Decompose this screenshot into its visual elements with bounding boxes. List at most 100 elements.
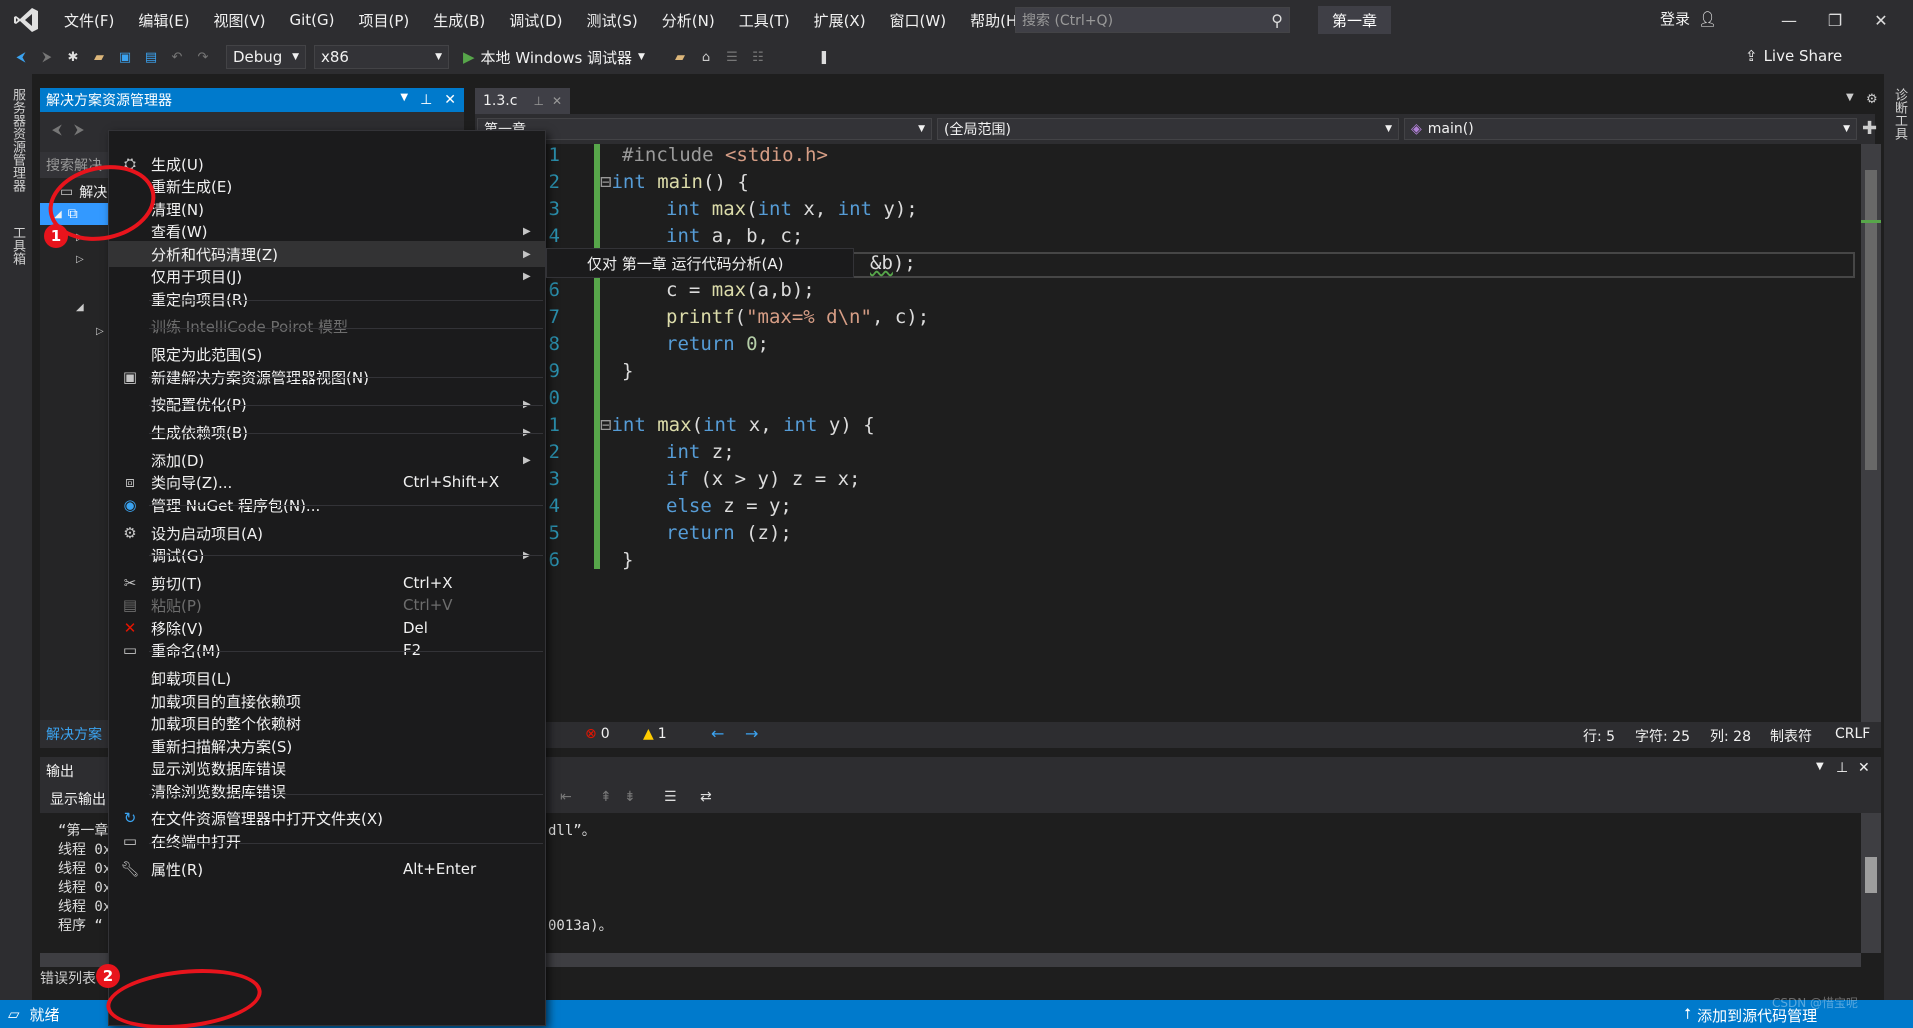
close-icon[interactable]: ✕	[552, 94, 562, 108]
run-code-analysis-menu-item[interactable]: 仅对 第一章 运行代码分析(A)	[587, 253, 784, 274]
forward-icon[interactable]: ⮞	[74, 122, 84, 138]
chevron-down-icon: ▼	[918, 124, 925, 134]
submenu-arrow-icon: ▶	[523, 426, 531, 438]
toolbox-tab[interactable]: 工具箱	[8, 226, 27, 265]
gear-icon: ⚙	[123, 524, 137, 542]
open-file-icon[interactable]: ▰	[88, 46, 110, 68]
output-line: “第一章	[58, 823, 109, 839]
login-button[interactable]: 登录 👤︎	[1660, 8, 1717, 29]
next-issue-icon[interactable]: →	[745, 724, 758, 743]
undo-icon[interactable]: ↶	[166, 46, 188, 68]
previous-issue-icon[interactable]: ←	[711, 724, 724, 743]
comment-icon[interactable]: ☰	[721, 46, 743, 68]
error-count[interactable]: ⊗ 0	[585, 726, 610, 742]
chevron-down-icon[interactable]: ▼	[1816, 761, 1824, 772]
editor-vertical-scrollbar[interactable]	[1861, 144, 1881, 722]
back-icon[interactable]: ⮜	[10, 46, 32, 68]
solution-name-badge: 第一章	[1318, 6, 1392, 34]
tabs-indicator[interactable]: 制表符	[1770, 726, 1812, 746]
solution-view-icon[interactable]: ⌂	[695, 46, 717, 68]
minimize-button[interactable]: —	[1766, 0, 1812, 40]
login-label: 登录	[1660, 10, 1691, 28]
context-menu-item-26[interactable]: 清除浏览数据库错误	[109, 778, 545, 804]
context-menu-item-20[interactable]: ▭ 重命名(M) F2	[109, 637, 545, 663]
menu-item-10[interactable]: 扩展(X)	[802, 10, 878, 31]
context-menu-item-11[interactable]: 生成依赖项(B) ▶	[109, 419, 545, 445]
output-vertical-scrollbar[interactable]	[1861, 813, 1881, 953]
menu-item-6[interactable]: 调试(D)	[497, 10, 574, 31]
menu-item-3[interactable]: Git(G)	[278, 11, 347, 29]
next-message-icon[interactable]: ⇟	[624, 789, 636, 805]
context-menu-item-29[interactable]: 🔧︎ 属性(R) Alt+Enter	[109, 856, 545, 882]
menu-item-7[interactable]: 测试(S)	[575, 10, 650, 31]
search-input[interactable]: 搜索 (Ctrl+Q) ⚲	[1015, 7, 1290, 33]
play-icon: ▶	[463, 48, 475, 66]
function-select[interactable]: ◈ main() ▼	[1404, 118, 1857, 140]
start-debugging-button[interactable]: ▶ 本地 Windows 调试器 ▼	[463, 47, 645, 68]
back-icon[interactable]: ⮜	[52, 122, 62, 138]
menu-item-9[interactable]: 工具(T)	[727, 10, 802, 31]
close-icon[interactable]: ✕	[444, 92, 456, 108]
live-share-button[interactable]: ⇪ Live Share	[1745, 47, 1842, 65]
context-menu-label: 重定向项目(R)	[151, 290, 249, 309]
pin-icon[interactable]: ⊥	[533, 94, 543, 108]
context-menu-shortcut: Del	[403, 619, 428, 637]
warning-count[interactable]: ▲ 1	[643, 726, 667, 742]
server-explorer-tab[interactable]: 服务器资源管理器	[8, 88, 27, 192]
scrollbar-thumb[interactable]	[1865, 170, 1877, 470]
settings-gear-icon[interactable]: ⚙	[1866, 92, 1878, 107]
pin-icon[interactable]: ⊥	[1836, 760, 1848, 776]
line-indicator: 行: 5	[1583, 729, 1616, 745]
context-menu-label: 训练 IntelliCode Poirot 模型	[151, 317, 348, 336]
folder-icon[interactable]: ▰	[669, 46, 691, 68]
previous-message-icon[interactable]: ⇞	[600, 789, 612, 805]
chevron-down-icon[interactable]: ▼	[400, 92, 408, 108]
context-menu-label: 生成依赖项(B)	[151, 423, 248, 442]
paste-icon: ▤	[122, 596, 138, 614]
menu-item-8[interactable]: 分析(N)	[650, 10, 727, 31]
restore-button[interactable]: ❐	[1812, 0, 1858, 40]
configuration-select[interactable]: Debug ▼	[226, 45, 306, 69]
menu-item-0[interactable]: 文件(F)	[52, 10, 126, 31]
code-line: printf("max=% d\n", c);	[666, 306, 930, 328]
menu-item-11[interactable]: 窗口(W)	[878, 10, 959, 31]
split-add-icon[interactable]: ✚	[1862, 118, 1877, 139]
document-tab-1-3-c[interactable]: 1.3.c ⊥ ✕	[475, 88, 570, 114]
save-icon[interactable]: ▣	[114, 46, 136, 68]
pin-icon[interactable]: ⊥	[420, 92, 432, 108]
redo-icon[interactable]: ↷	[192, 46, 214, 68]
close-window-button[interactable]: ✕	[1858, 0, 1904, 40]
bookmark-icon[interactable]: ❚	[813, 46, 835, 68]
forward-icon[interactable]: ⮞	[36, 46, 58, 68]
menu-item-2[interactable]: 视图(V)	[202, 10, 278, 31]
user-icon: 👤︎	[1698, 9, 1718, 28]
scrollbar-thumb[interactable]	[1865, 857, 1877, 893]
context-menu-item-6[interactable]: 重定向项目(R)	[109, 286, 545, 312]
tab-overflow-icon[interactable]: ▼	[1846, 92, 1854, 103]
platform-select[interactable]: x86 ▼	[314, 45, 449, 69]
find-message-icon[interactable]: ⇤	[560, 789, 572, 805]
code-line: int a, b, c;	[666, 225, 804, 247]
word-wrap-icon[interactable]: ⇄	[700, 789, 712, 805]
menu-separator	[149, 433, 543, 434]
close-icon[interactable]: ✕	[1858, 760, 1870, 776]
menu-item-5[interactable]: 生成(B)	[421, 10, 497, 31]
clear-all-icon[interactable]: ☰	[664, 789, 677, 805]
global-scope-select[interactable]: (全局范围) ▼	[937, 118, 1399, 140]
context-menu-item-10[interactable]: 按配置优化(P) ▶	[109, 391, 545, 417]
submenu-arrow-icon: ▶	[523, 225, 531, 237]
output-line: 线程 0x	[58, 842, 112, 858]
context-menu-label: 剪切(T)	[151, 574, 202, 593]
save-all-icon[interactable]: ▤	[140, 46, 162, 68]
line-ending-indicator[interactable]: CRLF	[1835, 726, 1870, 742]
new-project-icon[interactable]: ✱	[62, 46, 84, 68]
context-menu-item-28[interactable]: ▭ 在终端中打开	[109, 828, 545, 854]
menu-item-4[interactable]: 项目(P)	[347, 10, 422, 31]
uncomment-icon[interactable]: ☷	[747, 46, 769, 68]
menu-separator	[149, 794, 543, 795]
context-menu-label: 在文件资源管理器中打开文件夹(X)	[151, 809, 383, 828]
context-menu-label: 按配置优化(P)	[151, 395, 247, 414]
context-menu-label: 在终端中打开	[151, 832, 242, 851]
menu-item-1[interactable]: 编辑(E)	[126, 10, 201, 31]
diagnostic-tools-tab[interactable]: 诊断工具	[1890, 88, 1909, 140]
